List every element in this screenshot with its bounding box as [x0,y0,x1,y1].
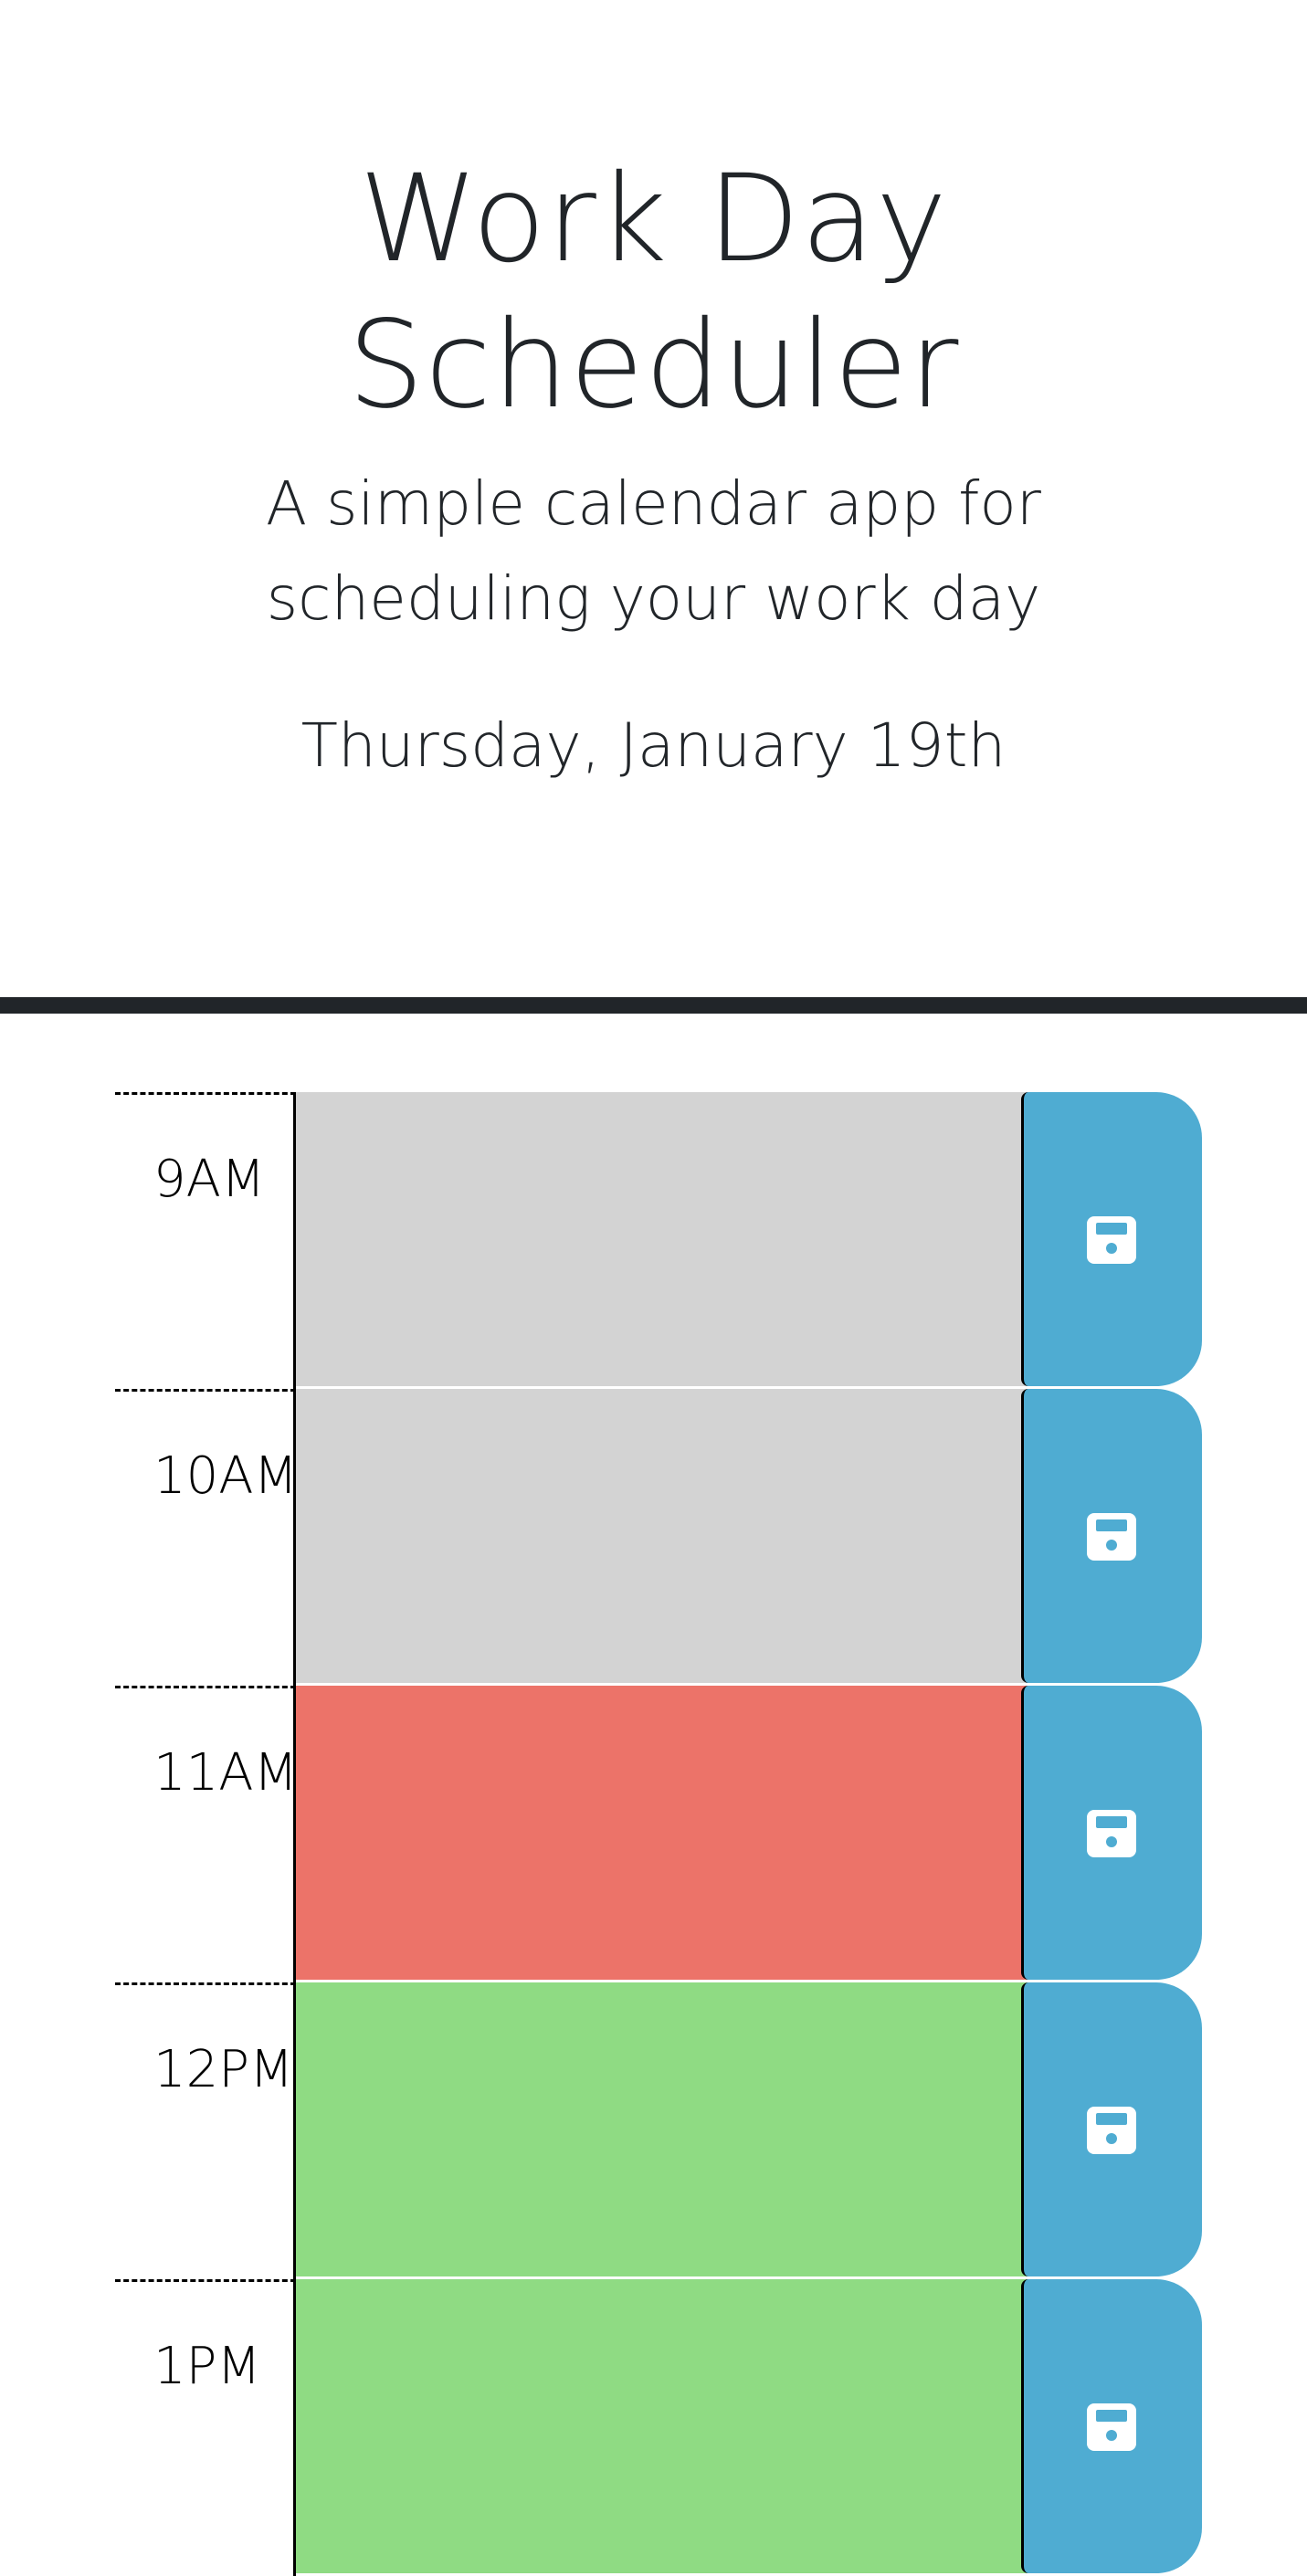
hour-label: 11AM [153,1743,298,1803]
time-block-10am: 10AM [115,1389,1202,1686]
hour-label-cell: 11AM [115,1686,298,1982]
event-description-input[interactable] [296,1686,1136,1982]
floppy-disk-icon [1087,1216,1136,1264]
hour-label: 12PM [153,2040,294,2099]
event-description-input[interactable] [296,1092,1136,1389]
event-description-input[interactable] [296,2279,1136,2576]
save-button[interactable] [1021,1982,1202,2276]
save-button[interactable] [1021,2279,1202,2573]
floppy-disk-icon [1087,1513,1136,1561]
floppy-disk-icon [1087,1810,1136,1857]
save-button[interactable] [1021,1389,1202,1683]
hour-label-cell: 10AM [115,1389,298,1686]
page-header: Work Day Scheduler A simple calendar app… [0,0,1307,1014]
time-block-container: 9AM 10AM 11AM 12PM 1PM [115,1092,1202,2576]
floppy-disk-icon [1087,2107,1136,2154]
time-block-12pm: 12PM [115,1982,1202,2279]
hour-label-cell: 12PM [115,1982,296,2279]
page-subtitle-line-2: scheduling your work day [266,563,1041,634]
page-subtitle: A simple calendar app for scheduling you… [0,457,1307,647]
page-title: Work Day Scheduler [0,146,1307,438]
page-subtitle-line-1: A simple calendar app for [266,468,1041,539]
time-block-9am: 9AM [115,1092,1202,1389]
hour-label: 10AM [153,1446,298,1506]
current-day: Thursday, January 19th [300,710,1007,781]
hour-label: 9AM [153,1150,266,1209]
hour-label: 1PM [153,2337,261,2396]
page-title-line-2: Scheduler [347,295,960,436]
time-block-11am: 11AM [115,1686,1202,1982]
save-button[interactable] [1021,1686,1202,1980]
event-description-input[interactable] [296,1389,1136,1686]
page-title-line-1: Work Day [359,149,948,289]
save-button[interactable] [1021,1092,1202,1386]
time-block-1pm: 1PM [115,2279,1202,2576]
hour-label-cell: 1PM [115,2279,296,2576]
event-description-input[interactable] [296,1982,1136,2279]
floppy-disk-icon [1087,2403,1136,2451]
hour-label-cell: 9AM [115,1092,296,1389]
